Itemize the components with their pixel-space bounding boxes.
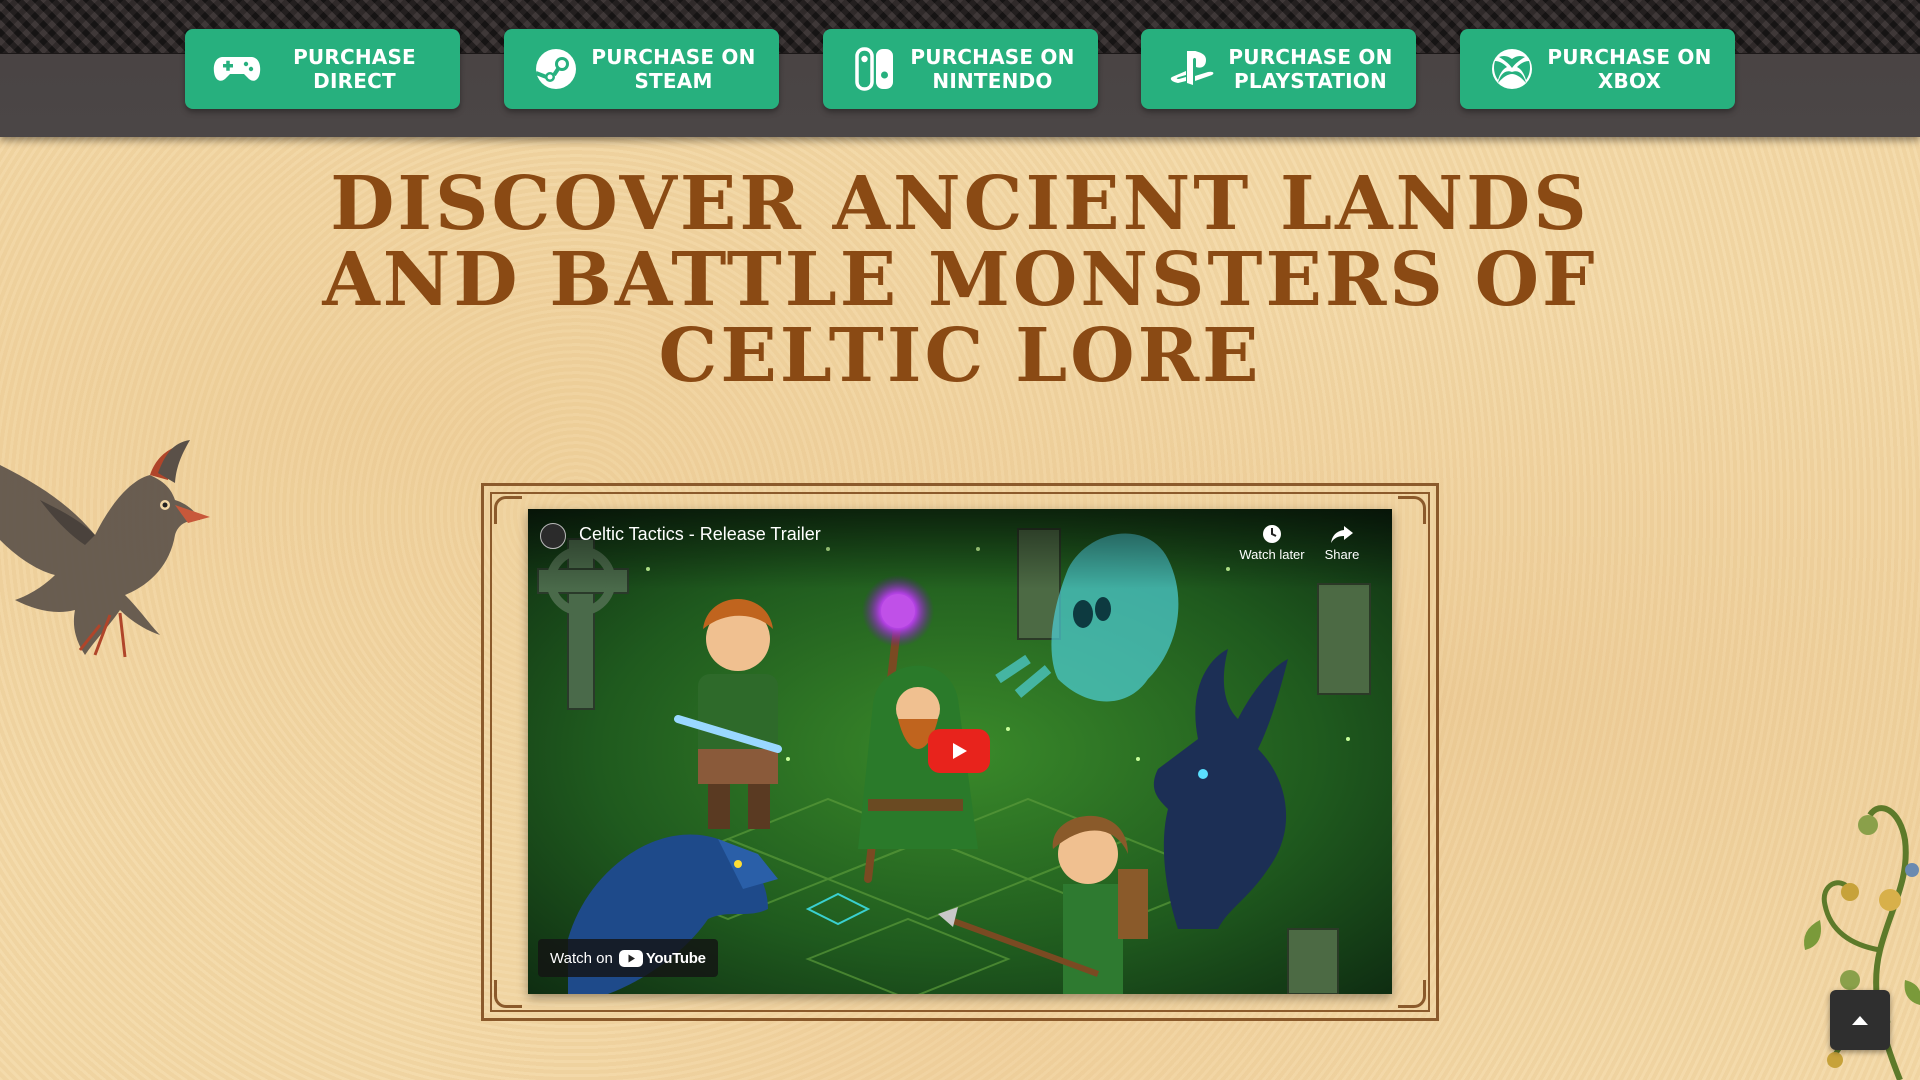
purchase-steam-label: PURCHASE ON STEAM	[591, 45, 756, 93]
steam-icon	[526, 29, 586, 109]
purchase-xbox-button[interactable]: PURCHASE ON XBOX	[1460, 29, 1735, 109]
purchase-buttons: PURCHASE DIRECT PURCHASE ON STEAM PURCHA…	[0, 29, 1920, 109]
watch-later-label: Watch later	[1239, 547, 1305, 562]
scroll-to-top-button[interactable]	[1830, 990, 1890, 1050]
share-icon	[1312, 521, 1372, 547]
celtic-bird-ornament	[0, 440, 210, 658]
purchase-xbox-label: PURCHASE ON XBOX	[1547, 45, 1712, 93]
purchase-nintendo-label: PURCHASE ON NINTENDO	[910, 45, 1075, 93]
top-navigation-bar: PURCHASE DIRECT PURCHASE ON STEAM PURCHA…	[0, 0, 1920, 137]
youtube-brand-text: YouTube	[645, 949, 706, 967]
purchase-steam-button[interactable]: PURCHASE ON STEAM	[504, 29, 779, 109]
youtube-play-icon	[618, 949, 643, 967]
watch-later-button[interactable]: Watch later	[1232, 521, 1312, 562]
share-button[interactable]: Share	[1312, 521, 1372, 562]
playstation-icon	[1163, 29, 1223, 109]
purchase-direct-button[interactable]: PURCHASE DIRECT	[185, 29, 460, 109]
play-icon	[953, 743, 967, 759]
purchase-playstation-button[interactable]: PURCHASE ON PLAYSTATION	[1141, 29, 1416, 109]
channel-avatar[interactable]	[540, 523, 566, 549]
xbox-icon	[1482, 29, 1542, 109]
watch-on-label: Watch on	[550, 949, 613, 967]
youtube-video-embed[interactable]: Celtic Tactics - Release Trailer Watch l…	[528, 509, 1392, 994]
nintendo-switch-icon	[845, 29, 905, 109]
purchase-playstation-label: PURCHASE ON PLAYSTATION	[1228, 45, 1393, 93]
share-label: Share	[1324, 547, 1360, 562]
watch-on-youtube-button[interactable]: Watch on YouTube	[538, 939, 718, 977]
youtube-logo: YouTube	[618, 949, 706, 967]
gamepad-icon	[207, 29, 267, 109]
clock-icon	[1232, 521, 1312, 547]
page-headline: DISCOVER ANCIENT LANDS AND BATTLE MONSTE…	[322, 161, 1598, 399]
purchase-nintendo-button[interactable]: PURCHASE ON NINTENDO	[823, 29, 1098, 109]
arrow-up-icon	[1852, 1016, 1868, 1025]
play-button[interactable]	[928, 729, 990, 773]
purchase-direct-label: PURCHASE DIRECT	[293, 45, 416, 93]
video-title[interactable]: Celtic Tactics - Release Trailer	[579, 524, 821, 545]
